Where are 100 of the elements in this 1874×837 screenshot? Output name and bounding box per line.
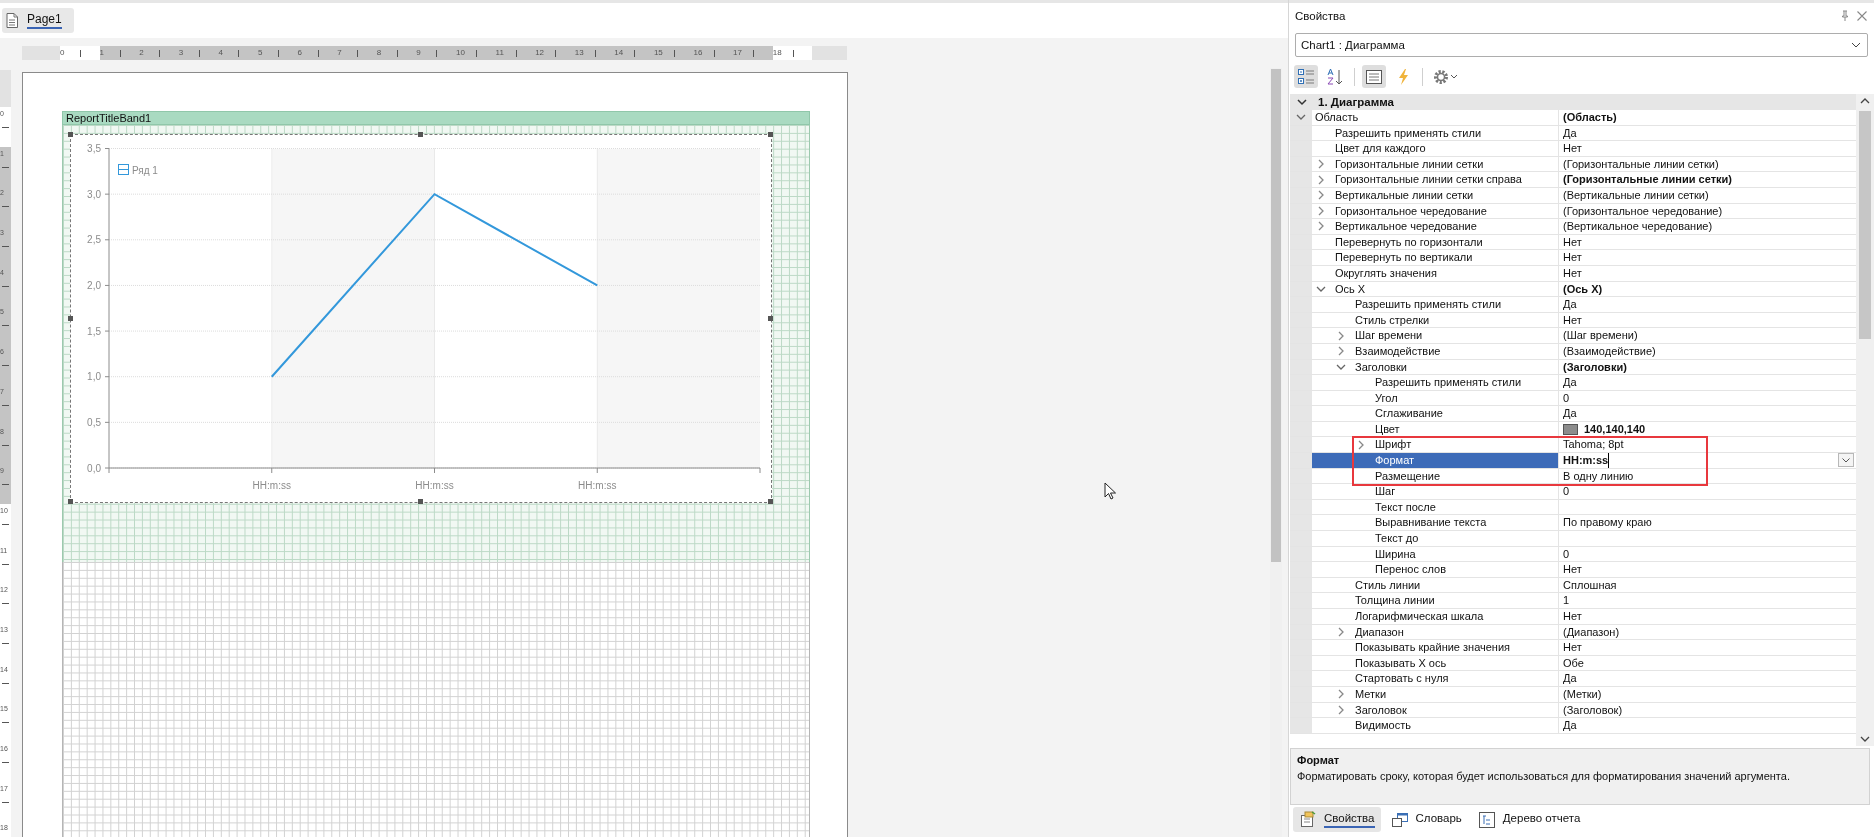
chevron-right-icon[interactable]	[1316, 190, 1326, 201]
resize-handle[interactable]	[68, 315, 73, 321]
property-row[interactable]: Перенос слов Нет	[1290, 562, 1856, 578]
property-value: Сплошная	[1563, 577, 1617, 593]
ruler-number: 5	[257, 48, 263, 57]
chevron-right-icon[interactable]	[1356, 439, 1366, 450]
dropdown-button[interactable]	[1838, 453, 1854, 468]
property-row[interactable]: Формат HH:m:ss	[1290, 453, 1856, 469]
ruler-number: 6	[297, 48, 302, 57]
document-tab[interactable]: Page1	[2, 8, 74, 33]
category-header[interactable]: 1. Диаграмма	[1290, 94, 1856, 110]
property-value: (Горизонтальные линии сетки)	[1563, 156, 1719, 172]
property-row[interactable]: Шрифт Tahoma; 8pt	[1290, 437, 1856, 454]
scrollbar-thumb[interactable]	[1859, 111, 1871, 339]
ruler-number: 11	[495, 48, 504, 57]
property-name: Горизонтальные линии сетки справа	[1335, 172, 1522, 187]
property-name: Стиль стрелки	[1355, 312, 1430, 328]
property-row[interactable]: Область (Область)	[1290, 110, 1856, 126]
resize-handle[interactable]	[768, 315, 773, 321]
chevron-right-icon[interactable]	[1336, 346, 1346, 357]
property-value: 1	[1563, 593, 1570, 608]
scroll-down-icon[interactable]	[1860, 736, 1870, 742]
property-name: Заголовок	[1355, 702, 1407, 718]
property-row[interactable]: Выравнивание текста По правому краю	[1290, 515, 1856, 532]
property-name: Взаимодействие	[1355, 343, 1441, 359]
properties-icon	[1299, 810, 1317, 829]
axis-label: 2,5	[87, 234, 101, 246]
property-row[interactable]: Цвет для каждого Нет	[1290, 141, 1856, 157]
property-row[interactable]: Текст до	[1290, 531, 1856, 547]
ruler-number: 16	[693, 48, 703, 57]
chevron-right-icon[interactable]	[1316, 205, 1326, 216]
scrollbar-thumb[interactable]	[1271, 69, 1281, 562]
chevron-right-icon[interactable]	[1336, 330, 1346, 341]
property-row[interactable]: Показывать крайние значения Нет	[1290, 640, 1856, 656]
resize-handle[interactable]	[68, 132, 73, 137]
property-name: Размещение	[1375, 468, 1441, 484]
ruler-number: 10	[455, 48, 465, 57]
property-value: Нет	[1563, 234, 1582, 250]
property-name: Видимость	[1355, 718, 1411, 733]
scroll-up-icon[interactable]	[1860, 98, 1870, 104]
chevron-right-icon[interactable]	[1316, 221, 1326, 232]
band-header[interactable]: ReportTitleBand1	[62, 111, 810, 125]
document-icon	[6, 13, 18, 28]
property-name: Показывать X ось	[1355, 655, 1447, 671]
property-row[interactable]: Горизонтальные линии сетки справа (Горизонтальные линии сетки)	[1290, 172, 1856, 188]
property-value: (Ось X)	[1563, 281, 1603, 297]
property-value: Нет	[1563, 265, 1582, 281]
scrollbar[interactable]	[1856, 94, 1874, 746]
chevron-right-icon[interactable]	[1336, 689, 1346, 700]
property-value: (Шаг времени)	[1563, 328, 1638, 343]
panel-tab[interactable]: Свойства	[1293, 807, 1381, 832]
resize-handle[interactable]	[768, 499, 773, 504]
property-row[interactable]: Разрешить применять стили Да	[1290, 297, 1856, 313]
property-row[interactable]: Разрешить применять стили Да	[1290, 375, 1856, 391]
property-value: 0	[1563, 546, 1570, 562]
property-row[interactable]: Шаг времени (Шаг времени)	[1290, 328, 1856, 344]
property-value: Нет	[1563, 312, 1582, 328]
property-value: (Горизонтальные линии сетки)	[1563, 172, 1732, 187]
resize-handle[interactable]	[768, 132, 773, 137]
property-value: (Вертикальное чередование)	[1563, 219, 1713, 234]
property-value: (Заголовки)	[1563, 359, 1627, 375]
chevron-right-icon[interactable]	[1316, 174, 1326, 185]
panel-tab[interactable]: Дерево отчета	[1471, 807, 1587, 832]
ruler-number: 3	[178, 48, 184, 57]
property-row[interactable]: Вертикальное чередование (Вертикальное чередование)	[1290, 219, 1856, 235]
panel-tab[interactable]: Словарь	[1384, 807, 1468, 832]
pin-icon[interactable]	[1840, 9, 1850, 22]
chevron-right-icon[interactable]	[1316, 159, 1326, 170]
property-row[interactable]: Стартовать с нуля Да	[1290, 671, 1856, 687]
chevron-right-icon[interactable]	[1336, 626, 1346, 637]
property-row[interactable]: Перевернуть по вертикали Нет	[1290, 250, 1856, 266]
property-name: Горизонтальные линии сетки	[1335, 156, 1484, 172]
chart[interactable]: 0,0 0,5 1,0 1,5 2,0 2,5 3,0 3,5 HH:m:ss HH:m:ss HH:m:ss Ряд 1	[70, 134, 772, 503]
property-row[interactable]: Видимость Да	[1290, 718, 1856, 734]
property-value: 140,140,140	[1584, 421, 1646, 437]
legend-label: Ряд 1	[132, 164, 158, 176]
description-title: Формат	[1297, 754, 1341, 766]
property-name: Текст после	[1375, 499, 1436, 515]
object-selector[interactable]: Chart1 : Диаграмма	[1295, 33, 1868, 57]
property-name: Ось X	[1335, 281, 1366, 297]
property-value: В одну линию	[1563, 468, 1634, 484]
close-icon[interactable]	[1856, 9, 1868, 22]
property-row[interactable]: Сглаживание Да	[1290, 406, 1856, 422]
toolbar-button[interactable]	[1362, 65, 1386, 88]
resize-handle[interactable]	[418, 499, 423, 504]
toolbar-button[interactable]	[1294, 65, 1318, 88]
property-value[interactable]: HH:m:ss	[1563, 453, 1610, 468]
property-name: Перенос слов	[1375, 562, 1446, 577]
property-row[interactable]: Шаг 0	[1290, 484, 1856, 500]
axis-label: 2,0	[87, 279, 101, 291]
ruler-number: 2	[139, 48, 144, 57]
chevron-right-icon[interactable]	[1336, 704, 1346, 715]
property-value: 0	[1563, 390, 1570, 406]
resize-handle[interactable]	[418, 132, 423, 137]
resize-handle[interactable]	[68, 499, 73, 504]
property-row[interactable]: Толщина линии 1	[1290, 593, 1856, 609]
chevron-down-icon[interactable]	[1297, 97, 1307, 107]
property-row[interactable]: Логарифмическая шкала Нет	[1290, 609, 1856, 625]
property-name: Перевернуть по горизонтали	[1335, 234, 1483, 250]
property-value: Нет	[1563, 250, 1582, 265]
